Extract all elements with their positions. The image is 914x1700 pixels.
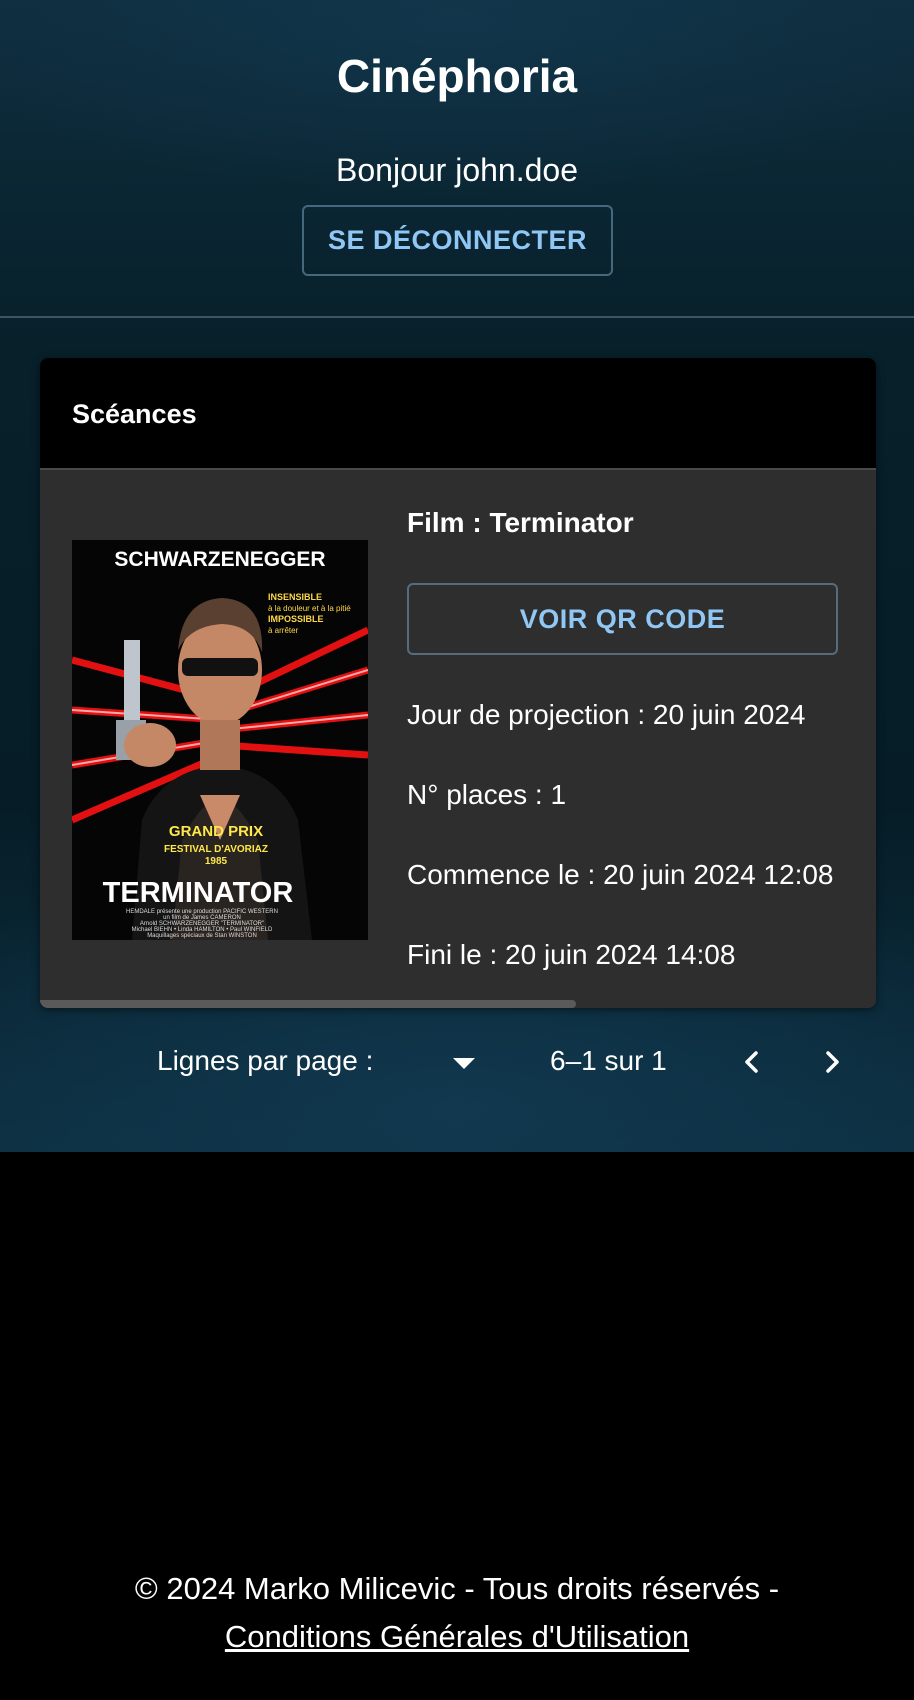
poster-credit-5: Maquillages spéciaux de Stan WINSTON xyxy=(147,933,257,939)
end-time: Fini le : 20 juin 2024 14:08 xyxy=(407,939,736,970)
film-title: Film : Terminator xyxy=(407,507,634,538)
header-divider xyxy=(0,316,914,318)
logout-button[interactable]: SE DÉCONNECTER xyxy=(302,205,613,276)
poster-award-3: 1985 xyxy=(205,856,228,867)
site-header: Cinéphoria Bonjour john.doe SE DÉCONNECT… xyxy=(0,0,914,318)
projection-day: Jour de projection : 20 juin 2024 xyxy=(407,699,806,730)
scrollbar-thumb[interactable] xyxy=(40,1000,576,1008)
poster-tagline-3: IMPOSSIBLE xyxy=(268,614,324,624)
previous-page-button[interactable] xyxy=(730,1040,774,1084)
movie-poster: SCHWARZENEGGER INSENSIBLE à la douleur e… xyxy=(72,540,368,940)
poster-tagline-2: à la douleur et à la pitié xyxy=(268,604,351,613)
poster-tagline-4: à arrêter xyxy=(268,626,299,635)
poster-tagline-1: INSENSIBLE xyxy=(268,592,322,602)
app-title: Cinéphoria xyxy=(336,50,578,102)
copyright-text: © 2024 Marko Milicevic - Tous droits rés… xyxy=(134,1571,780,1606)
sessions-card: Scéances SCHWARZENEGGER INSENSIBLE à la … xyxy=(40,358,876,1008)
chevron-right-icon xyxy=(826,1051,839,1073)
poster-award-2: FESTIVAL D'AVORIAZ xyxy=(164,844,268,855)
table-pagination: Lignes par page : 6–1 sur 1 xyxy=(0,1040,914,1084)
pagination-range: 6–1 sur 1 xyxy=(550,1045,667,1076)
next-page-button[interactable] xyxy=(810,1040,854,1084)
site-footer: © 2024 Marko Milicevic - Tous droits rés… xyxy=(0,1565,914,1661)
card-title: Scéances xyxy=(72,399,197,429)
hero-section: Cinéphoria Bonjour john.doe SE DÉCONNECT… xyxy=(0,0,914,1152)
view-qr-code-button[interactable]: VOIR QR CODE xyxy=(407,583,838,655)
greeting-text: Bonjour john.doe xyxy=(336,152,578,188)
card-header: Scéances xyxy=(40,358,876,470)
rows-per-page-select[interactable] xyxy=(440,1044,488,1080)
seat-count: N° places : 1 xyxy=(407,779,567,810)
rows-per-page-label: Lignes par page : xyxy=(157,1045,374,1076)
poster-movie-title: TERMINATOR xyxy=(103,877,294,909)
terms-link[interactable]: Conditions Générales d'Utilisation xyxy=(225,1619,689,1654)
poster-award-1: GRAND PRIX xyxy=(169,823,263,840)
poster-top-text: SCHWARZENEGGER xyxy=(114,548,325,571)
caret-down-icon xyxy=(453,1058,475,1069)
start-time: Commence le : 20 juin 2024 12:08 xyxy=(407,859,834,890)
chevron-left-icon xyxy=(745,1051,758,1073)
